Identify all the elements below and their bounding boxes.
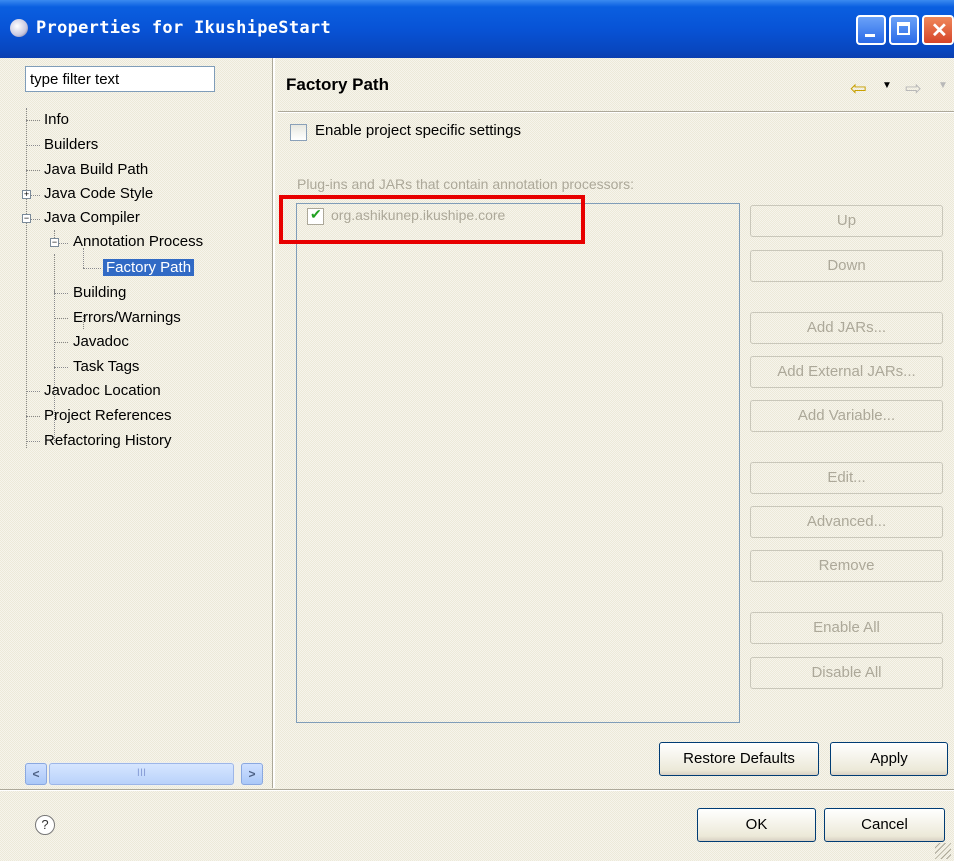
tree-line [54,230,55,238]
tree-item-label: Refactoring History [44,432,172,449]
tree-line [54,318,68,319]
footer-separator [0,789,954,791]
close-icon: ✕ [931,20,948,42]
tree-item-building[interactable]: Building [73,281,126,305]
remove-button[interactable]: Remove [750,550,943,582]
maximize-button[interactable] [889,15,919,45]
ok-button[interactable]: OK [697,808,816,842]
minimize-button[interactable] [856,15,886,45]
tree-line [54,254,55,294]
expand-icon[interactable]: + [22,190,31,199]
tree-line [54,342,68,343]
help-icon[interactable]: ? [35,815,55,835]
tree-line [83,248,84,268]
tree-item-label: Builders [44,136,99,153]
scroll-left-icon[interactable]: < [25,763,47,785]
tree-line [54,293,68,294]
window-title: Properties for IkushipeStart [36,18,331,38]
resize-grip[interactable] [935,843,951,859]
forward-arrow-icon: ⇨ [905,78,922,100]
tree-item-java-build-path[interactable]: Java Build Path [44,158,148,182]
tree-line [26,391,40,392]
tree-line [26,108,27,448]
tree-item-factory-path[interactable]: Factory Path [103,256,195,280]
tree-item-builders[interactable]: Builders [44,133,98,157]
enable-all-button[interactable]: Enable All [750,612,943,644]
collapse-icon[interactable]: − [50,238,59,247]
tree-item-label: Javadoc Location [44,382,161,399]
header-separator [278,111,954,113]
tree-item-info[interactable]: Info [44,108,69,132]
tree-item-project-references[interactable]: Project References [44,404,172,428]
tree-item-label: Javadoc [73,333,129,350]
filter-input[interactable] [25,66,215,92]
tree-line [26,441,40,442]
tree-line [31,219,40,220]
add-variable-button[interactable]: Add Variable... [750,400,943,432]
tree-line [59,243,68,244]
tree-item-label: Factory Path [103,259,195,276]
tree-item-label: Building [73,284,127,301]
tree-line [54,367,68,368]
disable-all-button[interactable]: Disable All [750,657,943,689]
apply-button[interactable]: Apply [830,742,948,776]
add-jars-button[interactable]: Add JARs... [750,312,943,344]
highlight-annotation [279,195,585,244]
properties-dialog: Properties for IkushipeStart ✕ Info Buil… [0,0,954,861]
page-title: Factory Path [286,75,389,94]
tree-item-label: Java Build Path [44,161,149,178]
tree-item-label: Annotation Process [73,233,204,250]
jar-group-label: Plug-ins and JARs that contain annotatio… [297,176,634,192]
enable-project-settings-label[interactable]: Enable project specific settings [315,122,521,139]
tree-item-label: Java Code Style [44,185,154,202]
tree-item-java-code-style[interactable]: Java Code Style [44,182,153,206]
back-dropdown-icon[interactable]: ▼ [882,80,892,91]
tree-line [31,195,40,196]
up-button[interactable]: Up [750,205,943,237]
title-bar[interactable]: Properties for IkushipeStart ✕ [0,0,954,58]
enable-project-settings-checkbox[interactable] [290,124,307,141]
edit-button[interactable]: Edit... [750,462,943,494]
tree-line [26,145,40,146]
tree-horizontal-scrollbar[interactable]: < III > [25,762,263,786]
tree-item-label: Java Compiler [44,209,140,226]
tree-item-label: Task Tags [73,358,140,375]
forward-dropdown-icon: ▼ [938,80,948,91]
restore-defaults-button[interactable]: Restore Defaults [659,742,819,776]
tree-line [26,170,40,171]
down-button[interactable]: Down [750,250,943,282]
tree-item-java-compiler[interactable]: Java Compiler [44,206,140,230]
cancel-button[interactable]: Cancel [824,808,945,842]
tree-item-task-tags[interactable]: Task Tags [73,355,139,379]
scrollbar-thumb[interactable]: III [49,763,234,785]
tree-line [26,120,40,121]
tree-item-javadoc[interactable]: Javadoc [73,330,129,354]
add-external-jars-button[interactable]: Add External JARs... [750,356,943,388]
collapse-icon[interactable]: − [22,214,31,223]
tree-item-annotation-processing[interactable]: Annotation Process [73,230,203,254]
tree-item-errors-warnings[interactable]: Errors/Warnings [73,306,181,330]
pane-splitter[interactable] [272,58,275,788]
tree-item-label: Errors/Warnings [73,309,181,326]
preference-tree: Info Builders Java Build Path + Java Cod… [22,108,268,788]
dialog-body: Info Builders Java Build Path + Java Cod… [0,58,954,861]
back-arrow-icon[interactable]: ⇦ [850,76,867,101]
tree-item-javadoc-location[interactable]: Javadoc Location [44,379,161,403]
close-button[interactable]: ✕ [922,15,954,45]
tree-item-label: Project References [44,407,172,424]
tree-line [26,416,40,417]
jar-list[interactable] [296,203,740,723]
tree-item-refactoring-history[interactable]: Refactoring History [44,429,172,453]
eclipse-icon [10,19,28,37]
scroll-right-icon[interactable]: > [241,763,263,785]
tree-line [83,268,101,269]
advanced-button[interactable]: Advanced... [750,506,943,538]
tree-item-label: Info [44,111,70,128]
